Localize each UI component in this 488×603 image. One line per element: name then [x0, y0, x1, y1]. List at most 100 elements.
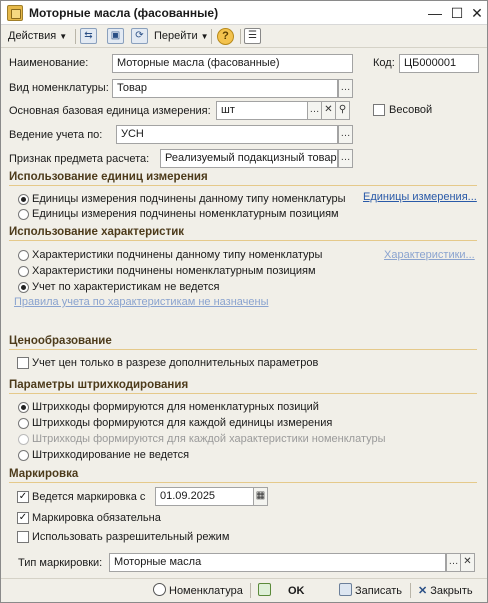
characteristics-option-radio[interactable]: [18, 282, 29, 293]
ok-button[interactable]: OK: [258, 583, 305, 599]
barcode-option-radio[interactable]: [18, 434, 29, 445]
section-divider: [9, 240, 477, 241]
barcode-option-label: Штрихкоды формируются для номенклатурных…: [32, 401, 319, 413]
barcode-option-radio[interactable]: [18, 418, 29, 429]
units-option-label: Единицы измерения подчинены данному типу…: [32, 193, 346, 205]
kind-field[interactable]: Товар: [112, 79, 338, 98]
section-divider: [9, 349, 477, 350]
kind-select-button[interactable]: …: [338, 79, 353, 98]
characteristics-link[interactable]: Характеристики...: [384, 249, 475, 261]
accounting-select-button[interactable]: …: [338, 125, 353, 144]
actions-menu-button[interactable]: Действия ▼: [8, 28, 67, 45]
toolbar: Действия ▼ ⇆ ▣ ⟳ Перейти ▼ ? ☰: [1, 25, 487, 48]
kind-label: Вид номенклатуры:: [9, 82, 109, 94]
code-field[interactable]: ЦБ000001: [399, 54, 479, 73]
toolbar-divider: [211, 29, 212, 44]
pricing-checkbox-label: Учет цен только в разрезе дополнительных…: [32, 357, 319, 369]
barcode-option-label: Штрихкоды формируются для каждой единицы…: [32, 417, 333, 429]
ok-button-label: OK: [288, 585, 305, 597]
nomenclature-button[interactable]: Номенклатура: [153, 583, 243, 599]
accounting-label: Ведение учета по:: [9, 129, 103, 141]
section-divider: [9, 393, 477, 394]
help-icon[interactable]: ?: [217, 28, 234, 45]
units-option-radio[interactable]: [18, 194, 29, 205]
units-option-label: Единицы измерения подчинены номенклатурн…: [32, 208, 339, 220]
subject-select-button[interactable]: …: [338, 149, 353, 168]
goto-menu-label: Перейти: [154, 30, 198, 42]
checkmark-icon: [258, 583, 271, 596]
unit-field[interactable]: шт: [216, 101, 308, 120]
marking-from-checkbox[interactable]: ✓: [17, 491, 29, 503]
window-title: Моторные масла (фасованные): [29, 6, 219, 20]
units-section-title: Использование единиц измерения: [9, 171, 208, 183]
search-icon[interactable]: ⚲: [335, 101, 350, 120]
footer-bar: Номенклатура OK Записать ✕ Закрыть: [1, 578, 487, 602]
pricing-checkbox[interactable]: [17, 357, 29, 369]
marking-from-label: Ведется маркировка с: [32, 491, 146, 503]
subject-field[interactable]: Реализуемый подакцизный товар: [160, 149, 338, 168]
name-field[interactable]: Моторные масла (фасованные): [112, 54, 353, 73]
chevron-down-icon: ▼: [59, 32, 68, 41]
switch-view-icon[interactable]: ⇆: [80, 28, 97, 44]
clear-icon[interactable]: ✕: [321, 101, 336, 120]
accounting-field[interactable]: УСН: [116, 125, 338, 144]
mandatory-checkbox[interactable]: ✓: [17, 512, 29, 524]
save-record-icon[interactable]: ▣: [107, 28, 124, 44]
mandatory-label: Маркировка обязательна: [32, 512, 161, 524]
marking-type-label: Тип маркировки:: [18, 557, 103, 569]
characteristics-section-title: Использование характеристик: [9, 226, 185, 238]
section-divider: [9, 185, 477, 186]
units-link[interactable]: Единицы измерения...: [363, 191, 477, 203]
weight-label: Весовой: [389, 104, 433, 116]
subject-label: Признак предмета расчета:: [9, 153, 150, 165]
toolbar-divider: [75, 29, 76, 44]
title-bar: Моторные масла (фасованные) — ☐ ✕: [1, 1, 487, 25]
table-list-icon[interactable]: ☰: [244, 28, 261, 44]
actions-menu-label: Действия: [8, 30, 57, 42]
toolbar-divider: [240, 29, 241, 44]
characteristics-rules-link[interactable]: Правила учета по характеристикам не назн…: [14, 296, 269, 308]
goto-menu-button[interactable]: Перейти ▼: [154, 28, 209, 45]
marking-date-field[interactable]: 01.09.2025: [155, 487, 254, 506]
marking-type-field[interactable]: Моторные масла: [109, 553, 446, 572]
barcode-option-label: Штрихкодирование не ведется: [32, 449, 190, 461]
characteristics-option-label: Характеристики подчинены номенклатурным …: [32, 265, 316, 277]
code-label: Код:: [373, 57, 395, 69]
barcode-option-radio[interactable]: [18, 450, 29, 461]
app-icon: [7, 5, 23, 21]
footer-divider: [410, 583, 411, 598]
name-label: Наименование:: [9, 57, 89, 69]
marking-type-select-button[interactable]: …: [446, 553, 461, 572]
characteristics-option-radio[interactable]: [18, 266, 29, 277]
clear-icon[interactable]: ✕: [460, 553, 475, 572]
refresh-icon[interactable]: ⟳: [131, 28, 148, 44]
units-option-radio[interactable]: [18, 209, 29, 220]
nomenclature-button-label: Номенклатура: [169, 585, 243, 597]
minimize-icon[interactable]: —: [425, 3, 445, 23]
section-divider: [9, 482, 477, 483]
footer-divider: [250, 583, 251, 598]
weight-checkbox[interactable]: [373, 104, 385, 116]
pricing-section-title: Ценообразование: [9, 335, 112, 347]
barcode-option-label: Штрихкоды формируются для каждой характе…: [32, 433, 386, 445]
close-button[interactable]: ✕ Закрыть: [418, 583, 473, 599]
item-type-form-window: Моторные масла (фасованные) — ☐ ✕ Действ…: [0, 0, 488, 603]
maximize-icon[interactable]: ☐: [447, 3, 467, 23]
barcode-section-title: Параметры штрихкодирования: [9, 379, 189, 391]
search-icon: [153, 583, 166, 596]
characteristics-option-radio[interactable]: [18, 250, 29, 261]
chevron-down-icon: ▼: [200, 32, 209, 41]
unit-label: Основная базовая единица измерения:: [9, 105, 211, 117]
permissive-checkbox[interactable]: [17, 531, 29, 543]
permissive-label: Использовать разрешительный режим: [32, 531, 230, 543]
close-icon: ✕: [418, 585, 428, 597]
unit-select-button[interactable]: …: [307, 101, 322, 120]
barcode-option-radio[interactable]: [18, 402, 29, 413]
save-button[interactable]: Записать: [339, 583, 402, 599]
characteristics-option-label: Характеристики подчинены данному типу но…: [32, 249, 323, 261]
characteristics-option-label: Учет по характеристикам не ведется: [32, 281, 220, 293]
calendar-icon[interactable]: ▦: [253, 487, 268, 506]
marking-section-title: Маркировка: [9, 468, 79, 480]
close-icon[interactable]: ✕: [467, 3, 487, 23]
save-button-label: Записать: [355, 585, 403, 597]
